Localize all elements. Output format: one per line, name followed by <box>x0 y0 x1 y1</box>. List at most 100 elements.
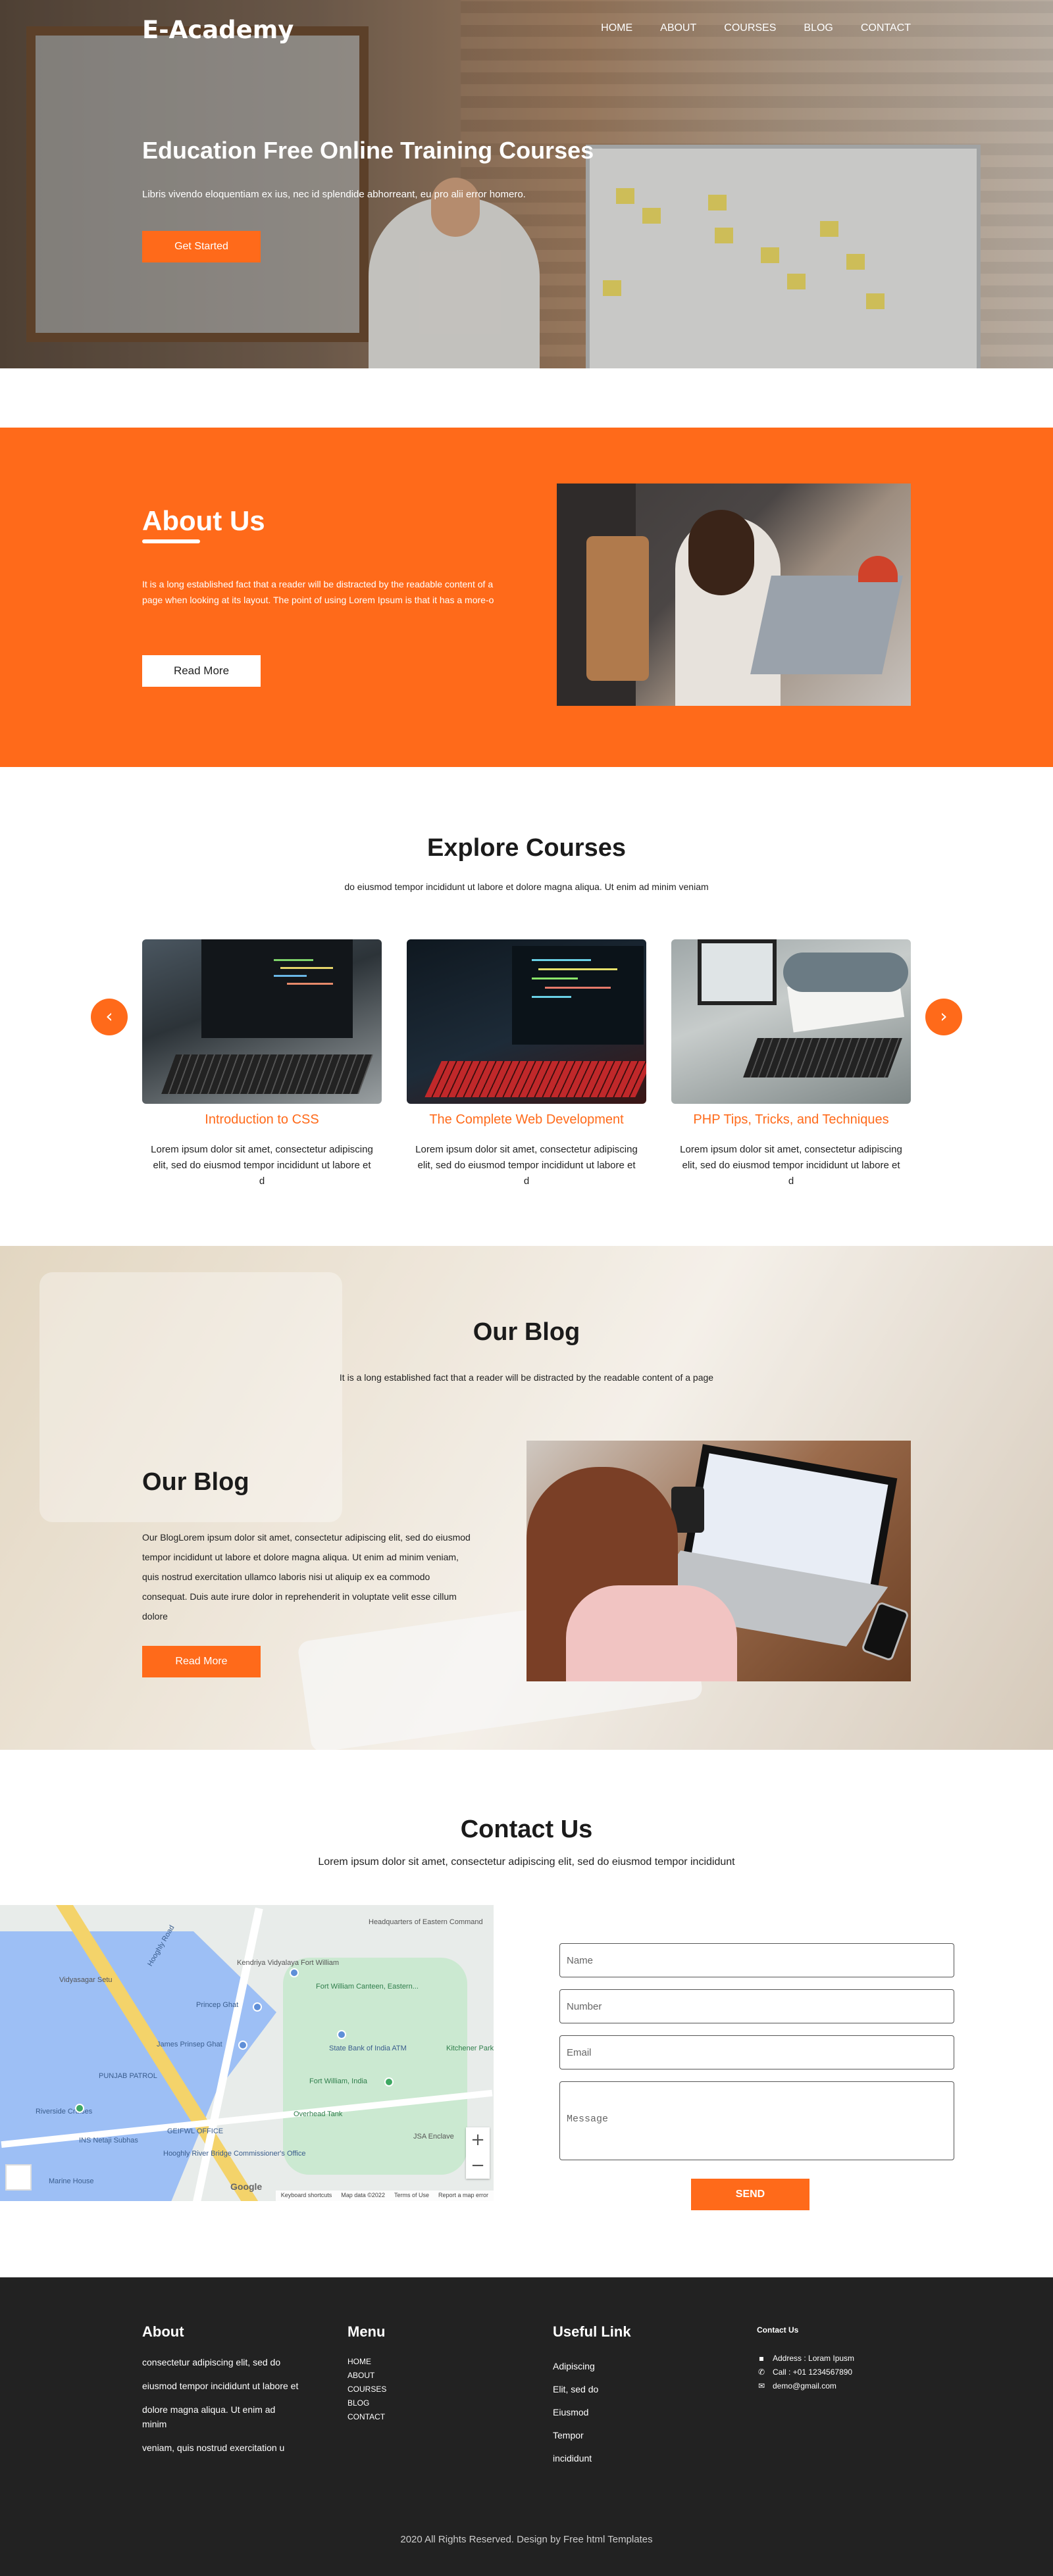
about-section: About Us It is a long established fact t… <box>0 428 1053 767</box>
footer-about-text: consectetur adipiscing elit, sed do <box>142 2357 281 2367</box>
nav-item-contact[interactable]: CONTACT <box>861 22 911 34</box>
google-logo: Google <box>230 2181 263 2192</box>
footer-link[interactable]: Eiusmod <box>553 2401 711 2424</box>
map-marker-icon: ▪ <box>758 2354 765 2363</box>
hero-text: Libris vivendo eloquentiam ex ius, nec i… <box>142 189 526 200</box>
chevron-right-icon: › <box>940 1005 948 1027</box>
street-view-pegman-icon[interactable] <box>5 2164 32 2191</box>
blog-section: Our Blog It is a long established fact t… <box>0 1246 1053 1750</box>
map-pin[interactable] <box>290 1968 299 1977</box>
map-label: Fort William, India <box>309 2077 368 2085</box>
get-started-button[interactable]: Get Started <box>142 231 261 262</box>
map-label: James Prinsep Ghat <box>157 2041 222 2048</box>
contact-subtitle: Lorem ipsum dolor sit amet, consectetur … <box>318 1856 735 1868</box>
courses-title: Explore Courses <box>427 834 626 862</box>
envelope-icon: ✉ <box>758 2381 765 2390</box>
contact-title: Contact Us <box>460 1816 593 1843</box>
course-card[interactable]: PHP Tips, Tricks, and Techniques Lorem i… <box>671 939 911 1187</box>
course-card[interactable]: Introduction to CSS Lorem ipsum dolor si… <box>142 939 382 1187</box>
footer-link[interactable]: Elit, sed do <box>553 2378 711 2401</box>
footer-menu-courses[interactable]: COURSES <box>347 2383 505 2396</box>
footer: About consectetur adipiscing elit, sed d… <box>0 2277 1053 2576</box>
footer-useful-links: Useful Link Adipiscing Elit, sed do Eius… <box>553 2323 711 2470</box>
map-label: Kitchener Park <box>446 2044 494 2052</box>
top-nav: E-Academy HOME ABOUT COURSES BLOG CONTAC… <box>142 16 911 44</box>
blog-title: Our Blog <box>473 1318 580 1346</box>
zoom-in-icon[interactable]: + <box>466 2127 490 2153</box>
map-river <box>0 1931 276 2201</box>
nav-item-home[interactable]: HOME <box>601 22 632 34</box>
map-pin[interactable] <box>384 2077 394 2087</box>
footer-address-text: Address : Loram Ipusm <box>773 2354 855 2363</box>
map-keyboard-shortcuts-link[interactable]: Keyboard shortcuts <box>281 2192 332 2200</box>
footer-phone-text: Call : +01 1234567890 <box>773 2367 853 2377</box>
map-label: Hooghly River Bridge Commissioner's Offi… <box>163 2150 306 2158</box>
nav-item-about[interactable]: ABOUT <box>660 22 696 34</box>
footer-menu-blog[interactable]: BLOG <box>347 2396 505 2410</box>
map-attribution: Keyboard shortcuts Map data ©2022 Terms … <box>275 2191 494 2201</box>
footer-contact-title: Contact Us <box>757 2325 799 2335</box>
course-description: Lorem ipsum dolor sit amet, consectetur … <box>151 1144 373 1187</box>
course-title[interactable]: PHP Tips, Tricks, and Techniques <box>671 1112 911 1127</box>
message-field[interactable] <box>559 2081 954 2160</box>
course-title[interactable]: Introduction to CSS <box>142 1112 382 1127</box>
footer-menu-contact[interactable]: CONTACT <box>347 2410 505 2424</box>
location-map[interactable]: Headquarters of Eastern Command Kendriya… <box>0 1905 494 2201</box>
footer-email: ✉ demo@gmail.com <box>757 2379 915 2393</box>
map-pin[interactable] <box>75 2104 84 2113</box>
course-image-css <box>142 939 382 1104</box>
map-data-text: Map data ©2022 <box>341 2192 385 2198</box>
map-label: Marine House <box>49 2177 94 2185</box>
footer-link[interactable]: incididunt <box>553 2447 711 2470</box>
map-label: JSA Enclave <box>413 2133 454 2141</box>
send-button[interactable]: SEND <box>691 2179 809 2210</box>
map-report-error-link[interactable]: Report a map error <box>438 2192 488 2200</box>
blog-image <box>526 1441 911 1681</box>
footer-about-title: About <box>142 2323 184 2340</box>
map-label: PUNJAB PATROL <box>99 2072 157 2080</box>
footer-about-text: veniam, quis nostrud exercitation u <box>142 2442 285 2453</box>
map-label: Fort William Canteen, Eastern... <box>316 1983 419 1991</box>
footer-menu-home[interactable]: HOME <box>347 2355 505 2369</box>
logo[interactable]: E-Academy <box>142 16 294 44</box>
course-description: Lorem ipsum dolor sit amet, consectetur … <box>415 1144 638 1187</box>
map-pin[interactable] <box>238 2041 247 2050</box>
footer-contact: Contact Us ▪ Address : Loram Ipusm ✆ Call … <box>757 2323 915 2393</box>
courses-subtitle: do eiusmod tempor incididunt ut labore e… <box>344 881 709 892</box>
footer-link[interactable]: Adipiscing <box>553 2355 711 2378</box>
footer-menu: Menu HOME ABOUT COURSES BLOG CONTACT <box>347 2323 505 2424</box>
footer-about: About consectetur adipiscing elit, sed d… <box>142 2323 300 2464</box>
map-pin[interactable] <box>337 2030 346 2039</box>
courses-next-button[interactable]: › <box>925 999 962 1035</box>
map-label: INS Netaji Subhas <box>79 2137 138 2144</box>
about-read-more-button[interactable]: Read More <box>142 655 261 687</box>
name-field[interactable] <box>559 1943 954 1977</box>
map-label: Vidyasagar Setu <box>59 1976 113 1984</box>
course-title[interactable]: The Complete Web Development <box>407 1112 646 1127</box>
nav-item-blog[interactable]: BLOG <box>804 22 833 34</box>
courses-prev-button[interactable]: ‹ <box>91 999 128 1035</box>
footer-link[interactable]: Tempor <box>553 2424 711 2447</box>
footer-about-text: eiusmod tempor incididunt ut labore et <box>142 2381 299 2391</box>
blog-read-more-button[interactable]: Read More <box>142 1646 261 1677</box>
footer-menu-about[interactable]: ABOUT <box>347 2369 505 2383</box>
email-field[interactable] <box>559 2035 954 2069</box>
number-field[interactable] <box>559 1989 954 2023</box>
map-label: State Bank of India ATM <box>329 2044 407 2052</box>
hero-title: Education Free Online Training Courses <box>142 137 594 164</box>
course-card[interactable]: The Complete Web Development Lorem ipsum… <box>407 939 646 1187</box>
course-image-web-development <box>407 939 646 1104</box>
nav-item-courses[interactable]: COURSES <box>724 22 776 34</box>
map-terms-link[interactable]: Terms of Use <box>394 2192 429 2200</box>
phone-icon: ✆ <box>758 2367 765 2377</box>
copyright: 2020 All Rights Reserved. Design by Free… <box>400 2534 653 2545</box>
map-label: Headquarters of Eastern Command <box>369 1918 483 1926</box>
hero-section: E-Academy HOME ABOUT COURSES BLOG CONTAC… <box>0 0 1053 368</box>
map-zoom-controls: + − <box>466 2127 490 2179</box>
course-description: Lorem ipsum dolor sit amet, consectetur … <box>680 1144 902 1187</box>
map-pin[interactable] <box>253 2002 262 2012</box>
zoom-out-icon[interactable]: − <box>466 2153 490 2179</box>
map-label: GEIFWL OFFICE <box>167 2127 224 2135</box>
footer-email-text[interactable]: demo@gmail.com <box>773 2379 836 2393</box>
footer-address: ▪ Address : Loram Ipusm <box>757 2352 915 2365</box>
